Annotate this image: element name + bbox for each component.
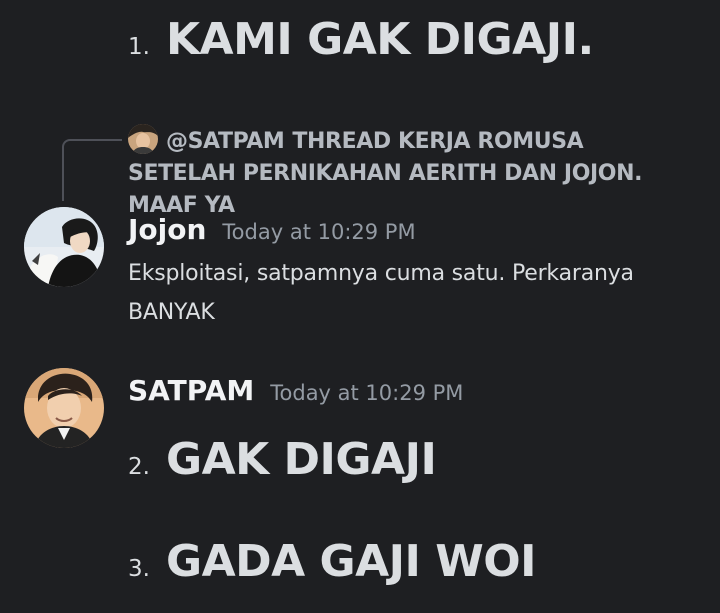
avatar-satpam[interactable] bbox=[24, 368, 104, 448]
list-heading: GAK DIGAJI bbox=[165, 434, 437, 485]
list-number: 1. bbox=[128, 34, 150, 60]
timestamp[interactable]: Today at 10:29 PM bbox=[270, 381, 463, 405]
reply-avatar[interactable] bbox=[128, 124, 158, 154]
list-number: 3. bbox=[128, 556, 150, 582]
list-item-1: 1. KAMI GAK DIGAJI. bbox=[128, 14, 594, 65]
list-item-3: 3. GADA GAJI WOI bbox=[128, 536, 537, 587]
username[interactable]: SATPAM bbox=[128, 374, 254, 407]
reply-preview[interactable]: @SATPAM THREAD KERJA ROMUSA SETELAH PERNI… bbox=[128, 124, 698, 222]
reply-mention[interactable]: @SATPAM bbox=[166, 129, 285, 154]
list-number: 2. bbox=[128, 454, 150, 480]
timestamp[interactable]: Today at 10:29 PM bbox=[222, 220, 415, 244]
list-item-2: 2. GAK DIGAJI bbox=[128, 434, 437, 485]
avatar-jojon[interactable] bbox=[24, 207, 104, 287]
message-header: Jojon Today at 10:29 PM bbox=[128, 213, 416, 246]
message-header: SATPAM Today at 10:29 PM bbox=[128, 374, 463, 407]
username[interactable]: Jojon bbox=[128, 213, 206, 246]
list-heading: GADA GAJI WOI bbox=[165, 536, 537, 587]
list-heading: KAMI GAK DIGAJI. bbox=[165, 14, 594, 65]
reply-spine bbox=[62, 139, 122, 201]
message-content: Eksploitasi, satpamnya cuma satu. Perkar… bbox=[128, 261, 634, 325]
